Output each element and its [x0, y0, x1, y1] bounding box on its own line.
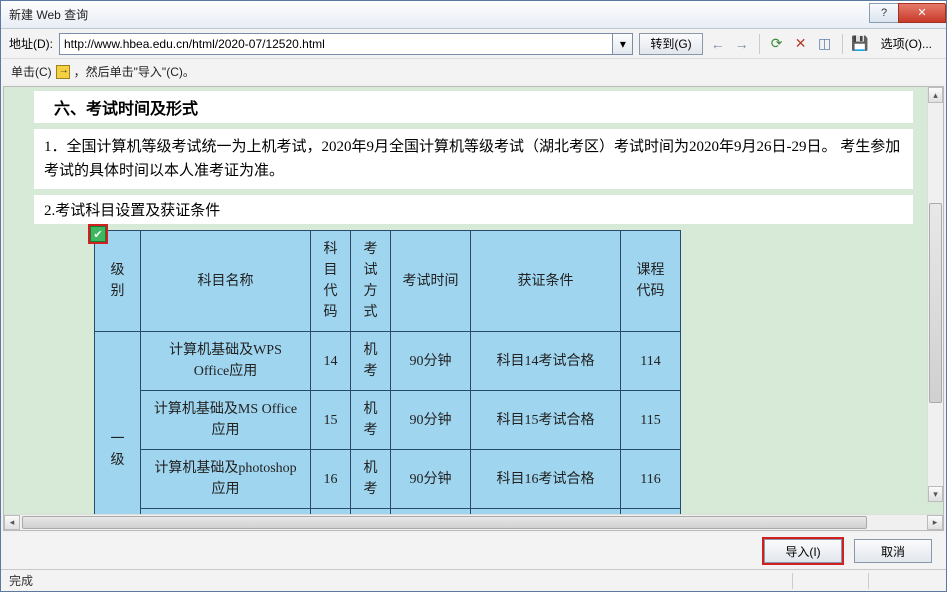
table-row: 一级 计算机基础及WPS Office应用 14 机考 90分钟 科目14考试合… — [95, 332, 681, 391]
click-label: 单击(C) — [11, 63, 52, 80]
stop-icon[interactable]: ✕ — [792, 35, 810, 53]
cell-subject: 计算机基础及photoshop应用 — [141, 450, 311, 509]
vertical-scrollbar[interactable]: ▴ ▾ — [927, 87, 943, 502]
instruction-row: 单击(C) ，然后单击"导入"(C)。 — [1, 59, 946, 84]
status-segment — [792, 573, 862, 589]
content-pane: 六、考试时间及形式 1．全国计算机等级考试统一为上机考试，2020年9月全国计算… — [3, 86, 944, 531]
cell-course: 115 — [621, 391, 681, 450]
address-dropdown[interactable]: ▾ — [613, 33, 633, 55]
th-code: 科目代码 — [311, 231, 351, 332]
scroll-thumb[interactable] — [22, 516, 867, 529]
refresh-icon[interactable]: ⟳ — [768, 35, 786, 53]
section-title: 六、考试时间及形式 — [34, 91, 913, 123]
table-select-checkbox[interactable]: ✔ — [90, 226, 106, 242]
cell-method: 机考 — [351, 509, 391, 515]
status-text: 完成 — [9, 572, 33, 589]
horizontal-scrollbar[interactable]: ◂ ▸ — [4, 514, 943, 530]
dialog-window: 新建 Web 查询 ? ✕ 地址(D): ▾ 转到(G) ← → ⟳ ✕ ◫ 💾… — [0, 0, 947, 592]
cell-subject: 网络安全素质教育 — [141, 509, 311, 515]
hide-icon[interactable]: ◫ — [816, 35, 834, 53]
scroll-left-icon[interactable]: ◂ — [4, 515, 20, 530]
cell-method: 机考 — [351, 332, 391, 391]
cell-time: 90分钟 — [391, 332, 471, 391]
address-input[interactable] — [59, 33, 613, 55]
paragraph-1: 1．全国计算机等级考试统一为上机考试，2020年9月全国计算机等级考试（湖北考区… — [34, 129, 913, 189]
web-page-body: 六、考试时间及形式 1．全国计算机等级考试统一为上机考试，2020年9月全国计算… — [4, 87, 943, 514]
help-button[interactable]: ? — [869, 3, 899, 23]
yellow-arrow-icon — [56, 65, 70, 79]
cell-cert: 科目16考试合格 — [471, 450, 621, 509]
close-button[interactable]: ✕ — [898, 3, 946, 23]
scroll-up-icon[interactable]: ▴ — [928, 87, 943, 103]
table-row: 网络安全素质教育 17 机考 90分钟 科目17考试合格 117 — [95, 509, 681, 515]
cell-method: 机考 — [351, 450, 391, 509]
cell-cert: 科目17考试合格 — [471, 509, 621, 515]
cell-course: 117 — [621, 509, 681, 515]
th-subject: 科目名称 — [141, 231, 311, 332]
window-title: 新建 Web 查询 — [9, 6, 870, 23]
cell-code: 14 — [311, 332, 351, 391]
address-label: 地址(D): — [9, 35, 53, 52]
titlebar: 新建 Web 查询 ? ✕ — [1, 1, 946, 29]
cell-method: 机考 — [351, 391, 391, 450]
options-button[interactable]: 选项(O)... — [875, 33, 938, 55]
th-course: 课程代码 — [621, 231, 681, 332]
status-bar: 完成 — [1, 569, 946, 591]
cell-subject: 计算机基础及WPS Office应用 — [141, 332, 311, 391]
cell-cert: 科目15考试合格 — [471, 391, 621, 450]
toolbar: 地址(D): ▾ 转到(G) ← → ⟳ ✕ ◫ 💾 选项(O)... — [1, 29, 946, 59]
cell-code: 15 — [311, 391, 351, 450]
cell-course: 114 — [621, 332, 681, 391]
th-time: 考试时间 — [391, 231, 471, 332]
cell-code: 17 — [311, 509, 351, 515]
instruction-text: ，然后单击"导入"(C)。 — [74, 63, 195, 80]
cell-subject: 计算机基础及MS Office应用 — [141, 391, 311, 450]
cell-time: 90分钟 — [391, 450, 471, 509]
exam-table: 级别 科目名称 科目代码 考试方式 考试时间 获证条件 课程代码 一级 计算机基… — [94, 230, 681, 514]
separator — [842, 34, 843, 54]
separator — [759, 34, 760, 54]
cell-time: 90分钟 — [391, 509, 471, 515]
cell-code: 16 — [311, 450, 351, 509]
cell-cert: 科目14考试合格 — [471, 332, 621, 391]
th-method: 考试方式 — [351, 231, 391, 332]
go-button[interactable]: 转到(G) — [639, 33, 702, 55]
scroll-thumb[interactable] — [929, 203, 942, 403]
th-level: 级别 — [95, 231, 141, 332]
cell-time: 90分钟 — [391, 391, 471, 450]
cancel-button[interactable]: 取消 — [854, 539, 932, 563]
th-cert: 获证条件 — [471, 231, 621, 332]
cell-course: 116 — [621, 450, 681, 509]
cell-level: 一级 — [95, 332, 141, 515]
import-button[interactable]: 导入(I) — [764, 539, 842, 563]
back-icon[interactable]: ← — [709, 35, 727, 53]
paragraph-2: 2.考试科目设置及获证条件 — [34, 195, 913, 224]
status-segment — [868, 573, 938, 589]
save-icon[interactable]: 💾 — [851, 35, 869, 53]
table-row: 计算机基础及photoshop应用 16 机考 90分钟 科目16考试合格 11… — [95, 450, 681, 509]
scroll-right-icon[interactable]: ▸ — [927, 515, 943, 530]
forward-icon[interactable]: → — [733, 35, 751, 53]
dialog-footer: 导入(I) 取消 — [1, 533, 946, 569]
table-row: 计算机基础及MS Office应用 15 机考 90分钟 科目15考试合格 11… — [95, 391, 681, 450]
scroll-down-icon[interactable]: ▾ — [928, 486, 943, 502]
